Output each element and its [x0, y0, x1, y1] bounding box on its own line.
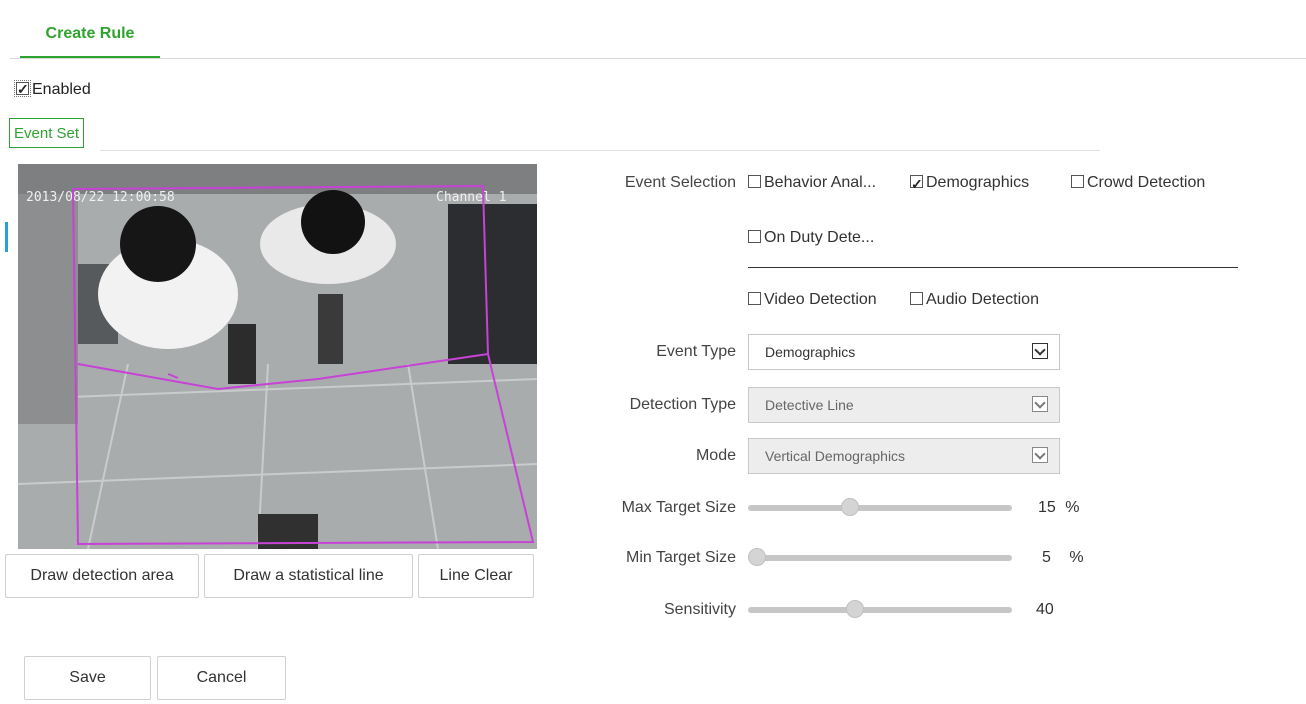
sensitivity-slider[interactable] — [748, 600, 1012, 618]
crowd-detection-label: Crowd Detection — [1087, 174, 1206, 191]
draw-detection-area-button[interactable]: Draw detection area — [5, 554, 199, 598]
checkbox-icon[interactable] — [748, 230, 761, 243]
max-target-size-value: 15 — [1038, 499, 1056, 516]
enabled-check-icon[interactable] — [14, 79, 31, 99]
camera-frame: 2013/08/22 12:00:58 Channel 1 — [18, 164, 537, 549]
checkbox-icon[interactable] — [748, 175, 761, 188]
side-indicator — [5, 222, 8, 252]
line-clear-button[interactable]: Line Clear — [418, 554, 534, 598]
detection-type-select: Detective Line — [748, 387, 1060, 423]
max-target-size-label: Max Target Size — [621, 499, 736, 516]
mode-value: Vertical Demographics — [765, 448, 906, 464]
min-target-size-value: 5 — [1042, 549, 1051, 566]
slider-thumb[interactable] — [841, 498, 860, 516]
detection-type-value: Detective Line — [765, 397, 854, 413]
slider-thumb[interactable] — [846, 600, 865, 618]
max-target-size-readout: 15 % — [1038, 496, 1079, 520]
sensitivity-value: 40 — [1036, 601, 1054, 618]
cancel-button[interactable]: Cancel — [157, 656, 286, 700]
checkbox-video-detection[interactable]: Video Detection — [748, 288, 877, 312]
checkbox-audio-detection[interactable]: Audio Detection — [910, 288, 1039, 312]
checkbox-icon[interactable] — [910, 292, 923, 305]
min-target-size-label: Min Target Size — [626, 549, 736, 566]
max-target-size-slider[interactable] — [748, 498, 1012, 516]
min-target-size-readout: 5 % — [1042, 546, 1084, 570]
chevron-down-icon — [1032, 396, 1048, 412]
draw-statistical-line-button[interactable]: Draw a statistical line — [204, 554, 413, 598]
event-type-select[interactable]: Demographics — [748, 334, 1060, 370]
on-duty-detection-label: On Duty Dete... — [764, 229, 875, 246]
chevron-down-icon — [1032, 447, 1048, 463]
demographics-option-label: Demographics — [926, 174, 1030, 191]
enabled-label: Enabled — [32, 81, 91, 98]
save-button[interactable]: Save — [24, 656, 151, 700]
sensitivity-label: Sensitivity — [663, 601, 736, 618]
checkbox-behavior-analysis[interactable]: Behavior Anal... — [748, 171, 876, 195]
video-timestamp: 2013/08/22 12:00:58 — [26, 190, 175, 205]
slider-thumb[interactable] — [748, 548, 766, 566]
behavior-analysis-label: Behavior Anal... — [764, 174, 877, 191]
tab-bar: Create Rule — [10, 10, 1306, 59]
mode-label: Mode — [695, 447, 736, 464]
mode-select: Vertical Demographics — [748, 438, 1060, 474]
checkbox-icon[interactable] — [1071, 175, 1084, 188]
tab-create-rule[interactable]: Create Rule — [20, 10, 160, 58]
enabled-checkbox[interactable]: Enabled — [14, 79, 91, 100]
checkbox-checked-icon[interactable] — [910, 172, 923, 196]
checkbox-on-duty-detection[interactable]: On Duty Dete... — [748, 226, 874, 250]
min-target-size-unit: % — [1069, 549, 1084, 566]
event-type-value: Demographics — [765, 344, 856, 360]
min-target-size-slider[interactable] — [748, 548, 1012, 566]
max-target-size-unit: % — [1065, 499, 1080, 516]
video-detection-label: Video Detection — [764, 291, 877, 308]
event-selection-label: Event Selection — [624, 174, 736, 191]
event-type-label: Event Type — [656, 343, 736, 360]
checkbox-icon[interactable] — [748, 292, 761, 305]
event-group-divider — [748, 267, 1238, 268]
video-preview[interactable]: 2013/08/22 12:00:58 Channel 1 — [18, 164, 537, 549]
detection-type-label: Detection Type — [629, 396, 736, 413]
chevron-down-icon — [1032, 343, 1048, 359]
checkbox-crowd-detection[interactable]: Crowd Detection — [1071, 171, 1205, 195]
audio-detection-label: Audio Detection — [926, 291, 1039, 308]
tab-event-set[interactable]: Event Set — [9, 118, 85, 148]
section-divider — [100, 150, 1100, 151]
video-channel: Channel 1 — [436, 190, 506, 205]
checkbox-demographics[interactable]: Demographics — [910, 171, 1030, 196]
